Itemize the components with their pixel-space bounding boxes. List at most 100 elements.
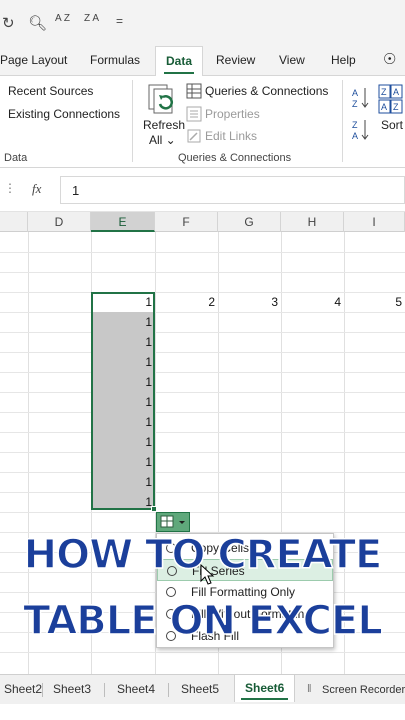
grid-line bbox=[0, 352, 405, 353]
tab-scroll-separator-icon: ‖ bbox=[307, 683, 312, 695]
refresh-all-sublabel[interactable]: All ⌄ bbox=[149, 133, 176, 147]
cell-e[interactable]: 1 bbox=[91, 432, 155, 452]
lightbulb-icon[interactable]: ☉ bbox=[383, 50, 396, 68]
tab-help[interactable]: Help bbox=[331, 53, 356, 67]
tab-formulas[interactable]: Formulas bbox=[90, 53, 140, 67]
cell-g1[interactable]: 3 bbox=[218, 292, 281, 312]
grid-line bbox=[0, 652, 405, 653]
formula-bar: ⋮ fx 1 bbox=[0, 168, 405, 212]
cell-e[interactable]: 1 bbox=[91, 452, 155, 472]
column-header-g[interactable]: G bbox=[218, 212, 281, 232]
sheet-tab-sheet5[interactable]: Sheet5 bbox=[181, 682, 219, 696]
grid-line bbox=[0, 312, 405, 313]
cell-e[interactable]: 1 bbox=[91, 412, 155, 432]
properties-button[interactable]: Properties bbox=[205, 107, 260, 121]
group-label-data: Data bbox=[4, 152, 28, 164]
refresh-all-icon bbox=[148, 84, 173, 114]
edit-links-button[interactable]: Edit Links bbox=[205, 129, 257, 143]
ribbon-separator bbox=[342, 80, 343, 162]
recent-sources-button[interactable]: Recent Sources bbox=[8, 84, 93, 98]
svg-text:A: A bbox=[352, 88, 358, 98]
grid-line bbox=[0, 492, 405, 493]
radio-icon bbox=[166, 587, 176, 597]
group-label-queries-connections: Queries & Connections bbox=[178, 152, 292, 164]
svg-text:Z: Z bbox=[352, 120, 358, 130]
sheet-tab-sheet2[interactable]: Sheet2 bbox=[4, 682, 42, 696]
tab-page-layout[interactable]: Page Layout bbox=[0, 53, 67, 67]
grid-line bbox=[0, 412, 405, 413]
cell-i1[interactable]: 5 bbox=[344, 292, 405, 312]
tab-separator bbox=[104, 683, 105, 697]
grid-line bbox=[0, 392, 405, 393]
sheet-tab-sheet3[interactable]: Sheet3 bbox=[53, 682, 91, 696]
menu-item-label: Fill Formatting Only bbox=[191, 585, 296, 599]
tab-separator bbox=[168, 683, 169, 697]
svg-text:Z: Z bbox=[352, 99, 358, 109]
cell-h1[interactable]: 4 bbox=[281, 292, 344, 312]
column-header-h[interactable]: H bbox=[281, 212, 344, 232]
column-header-d[interactable]: D bbox=[28, 212, 91, 232]
quick-access-toolbar: ↻ 🔍︎ A Z Z A = bbox=[0, 0, 405, 44]
tab-view[interactable]: View bbox=[279, 53, 305, 67]
refresh-all-button[interactable]: Refresh bbox=[143, 118, 185, 132]
cell-e[interactable]: 1 bbox=[91, 472, 155, 492]
ribbon-separator bbox=[132, 80, 133, 162]
print-preview-icon[interactable]: 🔍︎ bbox=[28, 14, 47, 34]
sort-a-to-z-icon[interactable]: A Z bbox=[352, 86, 370, 110]
sort-z-to-a-icon[interactable]: Z A bbox=[352, 118, 370, 142]
grid-line bbox=[0, 332, 405, 333]
sort-descending-icon[interactable]: Z A bbox=[84, 14, 99, 34]
auto-fill-options-icon bbox=[160, 515, 185, 528]
edit-links-icon bbox=[187, 129, 201, 143]
cell-e[interactable]: 1 bbox=[91, 332, 155, 352]
tab-separator bbox=[42, 683, 43, 697]
ribbon-tabs: Page Layout Formulas Data Review View He… bbox=[0, 44, 405, 77]
screen-recorder-indicator[interactable]: Screen Recorder bbox=[322, 684, 405, 696]
column-header-f[interactable]: F bbox=[155, 212, 218, 232]
existing-connections-button[interactable]: Existing Connections bbox=[8, 107, 120, 121]
grid-line bbox=[0, 272, 405, 273]
grid-line bbox=[0, 512, 405, 513]
column-header-blank bbox=[0, 212, 28, 232]
grid-line bbox=[0, 472, 405, 473]
sort-ascending-icon[interactable]: A Z bbox=[55, 14, 70, 34]
svg-text:A: A bbox=[393, 87, 399, 97]
insert-function-icon[interactable]: fx bbox=[32, 181, 41, 197]
sheet-tab-bar: Sheet2 Sheet3 Sheet4 Sheet5 Sheet6 ‖ Scr… bbox=[0, 674, 405, 704]
sort-dialog-icon[interactable]: Z A A Z bbox=[378, 84, 404, 116]
customize-qat-dropdown-icon[interactable]: = bbox=[116, 14, 123, 34]
cell-e[interactable]: 1 bbox=[91, 312, 155, 332]
grid-line bbox=[0, 452, 405, 453]
tab-data[interactable]: Data bbox=[155, 46, 204, 77]
formula-value: 1 bbox=[72, 183, 80, 198]
cell-e1[interactable]: 1 bbox=[91, 292, 155, 312]
queries-connections-button[interactable]: Queries & Connections bbox=[205, 84, 328, 98]
cell-e[interactable]: 1 bbox=[91, 372, 155, 392]
sheet-tab-sheet4[interactable]: Sheet4 bbox=[117, 682, 155, 696]
svg-text:Z: Z bbox=[393, 102, 399, 112]
sort-button[interactable]: Sort bbox=[381, 118, 403, 132]
column-header-e[interactable]: E bbox=[91, 212, 155, 232]
overlay-title-line-1: HOW TO CREATE bbox=[23, 531, 383, 579]
overlay-title-line-2: TABLE ON EXCEL bbox=[22, 597, 383, 645]
svg-text:A: A bbox=[352, 131, 358, 141]
sheet-tab-sheet6[interactable]: Sheet6 bbox=[234, 675, 296, 702]
svg-text:A: A bbox=[381, 102, 387, 112]
cell-e[interactable]: 1 bbox=[91, 352, 155, 372]
auto-fill-options-button[interactable] bbox=[156, 512, 190, 532]
save-icon[interactable]: ↻ bbox=[2, 14, 15, 34]
ribbon-data: Recent Sources Existing Connections Data… bbox=[0, 76, 405, 168]
queries-connections-icon bbox=[186, 83, 202, 99]
cell-e[interactable]: 1 bbox=[91, 392, 155, 412]
properties-icon bbox=[186, 106, 202, 122]
grid-line bbox=[0, 432, 405, 433]
column-header-i[interactable]: I bbox=[344, 212, 405, 232]
tab-review[interactable]: Review bbox=[216, 53, 255, 67]
more-options-icon[interactable]: ⋮ bbox=[4, 181, 16, 195]
cell-e[interactable]: 1 bbox=[91, 492, 155, 512]
grid-line bbox=[0, 372, 405, 373]
formula-input[interactable]: 1 bbox=[60, 176, 405, 204]
grid-line bbox=[0, 252, 405, 253]
column-headers: D E F G H I bbox=[0, 212, 405, 232]
cell-f1[interactable]: 2 bbox=[155, 292, 218, 312]
